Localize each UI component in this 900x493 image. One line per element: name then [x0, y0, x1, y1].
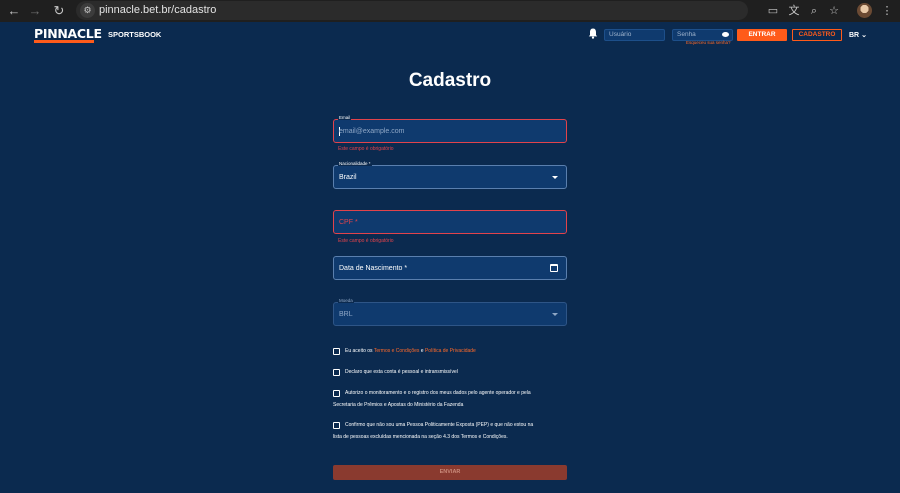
menu-kebab-icon[interactable]: ⋮ [879, 3, 895, 19]
forgot-password-link[interactable]: Esqueceu sua senha? [686, 40, 731, 45]
dropdown-arrow-icon [552, 176, 558, 179]
login-button[interactable]: ENTRAR [737, 29, 787, 41]
back-icon[interactable]: ← [6, 3, 22, 19]
privacy-link[interactable]: Política de Privacidade [425, 348, 476, 354]
dropdown-arrow-icon [552, 313, 558, 316]
bookmark-star-icon[interactable]: ☆ [826, 3, 842, 19]
profile-avatar[interactable] [857, 3, 872, 18]
address-bar[interactable]: ⚙ pinnacle.bet.br/cadastro [76, 1, 748, 20]
browser-toolbar: ← → ↻ ⚙ pinnacle.bet.br/cadastro ▭ 文 ⌕ ☆… [0, 0, 900, 22]
pep-text-line2: lista de pessoas excluídas mencionada na… [333, 434, 508, 440]
nationality-select[interactable]: Nacionalidade * Brazil [333, 161, 567, 189]
pinnacle-logo[interactable]: PINNACLE [34, 26, 102, 41]
terms-prefix: Eu aceito os [345, 348, 374, 354]
currency-select[interactable]: Moeda BRL [333, 298, 567, 326]
pep-checkbox[interactable] [333, 422, 340, 429]
zoom-icon[interactable]: ⌕ [806, 3, 822, 19]
nav-sportsbook[interactable]: SPORTSBOOK [108, 30, 161, 39]
monitoring-text-line2: Secretaria de Prêmios e Apostas do Minis… [333, 402, 464, 408]
currency-value: BRL [339, 311, 353, 318]
monitoring-checkbox-row: Autorizo o monitoramento e o registro do… [333, 387, 531, 411]
nationality-label: Nacionalidade * [338, 161, 372, 166]
personal-checkbox[interactable] [333, 369, 340, 376]
email-placeholder: email@example.com [339, 128, 405, 135]
email-label: Email [338, 115, 352, 120]
chevron-down-icon: ⌄ [861, 32, 867, 39]
register-button[interactable]: CADASTRO [792, 29, 842, 41]
pep-text-line1: Confirmo que não sou uma Pessoa Politica… [345, 422, 534, 428]
pep-checkbox-row: Confirmo que não sou uma Pessoa Politica… [333, 419, 533, 443]
monitoring-checkbox[interactable] [333, 390, 340, 397]
email-field[interactable]: Email email@example.com [333, 115, 567, 143]
email-error: Este campo é obrigatório [338, 146, 394, 152]
page-title: Cadastro [408, 70, 492, 91]
monitoring-text-line1: Autorizo o monitoramento e o registro do… [345, 390, 531, 396]
cpf-error: Este campo é obrigatório [338, 238, 394, 244]
cpf-field[interactable]: CPF * [333, 210, 567, 234]
birthdate-placeholder: Data de Nascimento * [339, 265, 408, 272]
install-app-icon[interactable]: ▭ [765, 3, 781, 19]
birthdate-field[interactable]: Data de Nascimento * [333, 256, 567, 280]
submit-button[interactable]: ENVIAR [333, 465, 567, 480]
username-input[interactable]: Usuário [604, 29, 665, 41]
language-label: BR [849, 32, 860, 39]
show-password-eye-icon[interactable] [722, 32, 729, 37]
personal-checkbox-row: Declaro que esta conta é pessoal e intra… [333, 366, 458, 378]
personal-text: Declaro que esta conta é pessoal e intra… [345, 369, 458, 375]
translate-icon[interactable]: 文 [786, 3, 802, 19]
language-selector[interactable]: BR ⌄ [849, 31, 867, 39]
cpf-placeholder: CPF * [339, 219, 358, 226]
nationality-value: Brazil [339, 174, 357, 181]
terms-checkbox-row: Eu aceito os Termos e Condições e Políti… [333, 345, 476, 357]
logo-underline [34, 40, 94, 43]
url-text: pinnacle.bet.br/cadastro [99, 4, 217, 16]
bell-icon[interactable] [588, 28, 598, 39]
forward-icon[interactable]: → [27, 3, 43, 19]
currency-label: Moeda [338, 298, 354, 303]
terms-text: Eu aceito os Termos e Condições e Políti… [333, 348, 476, 354]
terms-checkbox[interactable] [333, 348, 340, 355]
reload-icon[interactable]: ↻ [51, 3, 67, 19]
site-info-icon[interactable]: ⚙ [80, 3, 95, 18]
terms-link[interactable]: Termos e Condições [374, 348, 420, 354]
calendar-icon[interactable] [550, 264, 558, 272]
